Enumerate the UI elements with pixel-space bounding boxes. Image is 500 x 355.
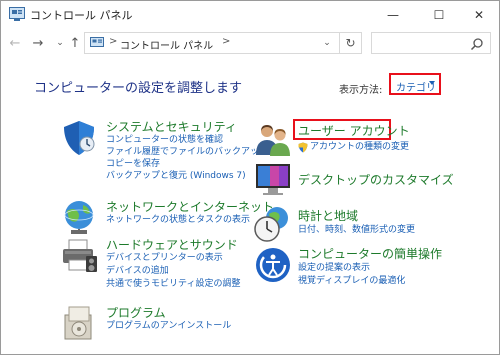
uac-shield-icon — [298, 142, 308, 153]
link-backup-restore[interactable]: バックアップと復元 (Windows 7) — [106, 171, 246, 182]
category-title-ease-of-access[interactable]: コンピューターの簡単操作 — [298, 245, 442, 262]
control-panel-app-icon — [9, 7, 25, 21]
category-title-programs[interactable]: プログラム — [106, 304, 166, 321]
up-button[interactable]: ↑ — [65, 28, 85, 58]
link-save-copy[interactable]: コピーを保存 — [106, 159, 160, 170]
category-title-network-internet[interactable]: ネットワークとインターネット — [106, 198, 274, 215]
window-title: コントロール パネル — [30, 9, 133, 22]
address-bar[interactable]: > コントロール パネル > — [84, 32, 340, 54]
category-title-desktop-customization[interactable]: デスクトップのカスタマイズ — [298, 171, 454, 188]
chevron-down-icon[interactable] — [429, 81, 435, 85]
printer-icon[interactable] — [59, 236, 99, 276]
title-bar: コントロール パネル — ☐ ✕ — [1, 1, 499, 28]
link-uninstall-program[interactable]: プログラムのアンインストール — [106, 321, 231, 332]
link-check-status[interactable]: コンピューターの状態を確認 — [106, 135, 223, 146]
minimize-button[interactable]: — — [373, 1, 413, 28]
breadcrumb-control-panel[interactable]: コントロール パネル — [120, 37, 213, 52]
shield-icon[interactable] — [59, 118, 99, 158]
view-by-dropdown[interactable]: カテゴリ — [389, 73, 441, 95]
programs-icon[interactable] — [59, 303, 99, 343]
breadcrumb-separator-trailing[interactable]: > — [222, 36, 230, 47]
category-title-user-accounts[interactable]: ユーザー アカウント — [298, 122, 410, 139]
link-add-device[interactable]: デバイスの追加 — [106, 266, 169, 277]
ease-of-access-icon[interactable] — [253, 245, 293, 285]
display-icon[interactable] — [253, 159, 293, 199]
link-network-status[interactable]: ネットワークの状態とタスクの表示 — [106, 215, 250, 226]
breadcrumb-separator[interactable]: > — [109, 36, 117, 47]
link-mobility-settings[interactable]: 共通で使うモビリティ設定の調整 — [106, 279, 240, 290]
address-dropdown-button[interactable]: ⌄ — [319, 32, 335, 54]
category-title-system-security[interactable]: システムとセキュリティ — [106, 118, 237, 135]
refresh-button[interactable]: ↻ — [340, 32, 362, 54]
link-file-history-backup[interactable]: ファイル履歴でファイルのバックアップ — [106, 147, 268, 158]
category-title-clock-region[interactable]: 時計と地域 — [298, 207, 358, 224]
users-icon[interactable] — [253, 119, 293, 159]
forward-button[interactable]: → — [28, 28, 48, 58]
close-button[interactable]: ✕ — [459, 1, 499, 28]
category-title-hardware-sound[interactable]: ハードウェアとサウンド — [106, 236, 238, 253]
link-devices-printers[interactable]: デバイスとプリンターの表示 — [106, 253, 223, 264]
page-title: コンピューターの設定を調整します — [34, 81, 243, 96]
search-input[interactable] — [371, 32, 491, 54]
control-panel-icon — [90, 37, 104, 47]
control-panel-window: コントロール パネル — ☐ ✕ ← → ⌄ ↑ > コントロール パネル > … — [0, 0, 500, 355]
navigation-bar: ← → ⌄ ↑ > コントロール パネル > ⌄ ↻ — [1, 28, 499, 58]
maximize-button[interactable]: ☐ — [419, 1, 459, 28]
back-button[interactable]: ← — [5, 28, 25, 58]
link-optimize-display[interactable]: 視覚ディスプレイの最適化 — [298, 276, 405, 287]
view-by-label: 表示方法: — [339, 85, 383, 96]
link-date-time-format[interactable]: 日付、時刻、数値形式の変更 — [298, 225, 415, 236]
link-change-account-type[interactable]: アカウントの種類の変更 — [310, 142, 409, 153]
network-globe-icon[interactable] — [59, 197, 99, 237]
link-recommended-settings[interactable]: 設定の提案の表示 — [298, 263, 370, 274]
clock-globe-icon[interactable] — [253, 204, 293, 244]
search-icon[interactable] — [470, 37, 484, 51]
